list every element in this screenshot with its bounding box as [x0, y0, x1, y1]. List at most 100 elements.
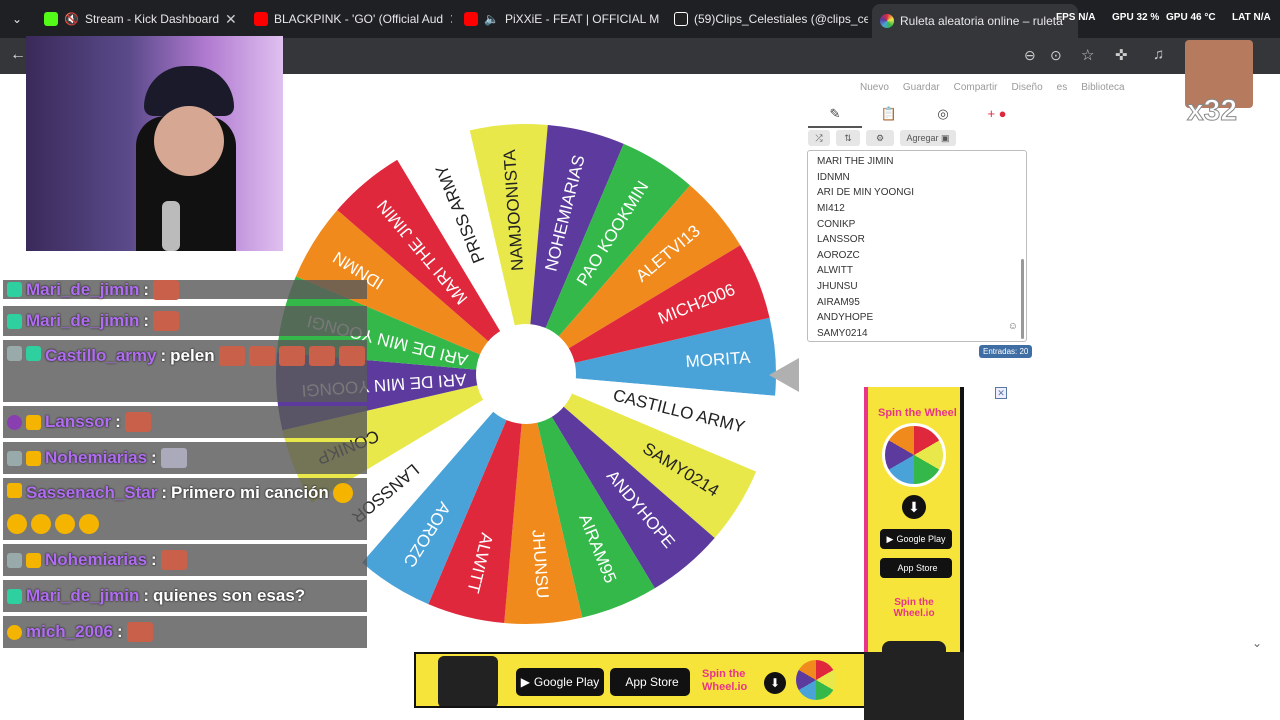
tab-1[interactable]: 🔇 Stream - Kick Dashboard ✕ — [36, 4, 242, 34]
crown-badge-icon — [7, 483, 22, 498]
emote — [153, 311, 180, 331]
add-color-icon[interactable]: + ● — [970, 106, 1024, 128]
wheel-pointer — [769, 358, 799, 392]
settings-button[interactable]: ⚙ — [866, 130, 894, 146]
entry-line: SAMY0214 — [817, 328, 868, 339]
download-icon[interactable]: ⬇ — [764, 672, 786, 694]
speaker-muted-icon: 🔇 — [64, 12, 79, 26]
add-button[interactable]: Agregar ▣ — [900, 130, 956, 146]
entry-line: LANSSOR — [817, 234, 865, 245]
chat-message: Mari_de_jimin: — [3, 279, 367, 300]
emoji-icon[interactable]: ☺ — [1008, 321, 1018, 332]
chat-message: Castillo_army: pelen — [3, 340, 367, 402]
ad-title: Spin the Wheel — [878, 407, 957, 419]
sub-badge-icon — [26, 346, 41, 361]
kick-icon — [44, 12, 58, 26]
google-play-button[interactable]: ▶ Google Play — [516, 668, 604, 696]
emote — [218, 346, 245, 366]
star-icon[interactable]: ☆ — [1081, 46, 1094, 64]
sort-button[interactable]: ⇅ — [836, 130, 860, 146]
zoom-icon[interactable]: ⊖ — [1024, 47, 1036, 64]
tab-4[interactable]: (59)Clips_Celestiales (@clips_ce ✕ — [666, 4, 868, 34]
eye-slash-icon[interactable]: ◎ — [916, 106, 970, 128]
chat-message: Lanssor: — [3, 406, 367, 438]
library-button[interactable]: Biblioteca — [1081, 82, 1124, 93]
pencil-icon[interactable]: ✎ — [808, 106, 862, 128]
share-button[interactable]: Compartir — [954, 82, 998, 93]
browser-tab-bar: ⌄ 🔇 Stream - Kick Dashboard ✕ BLACKPINK … — [0, 0, 1280, 38]
entries-count-badge: Entradas: 20 — [979, 345, 1033, 358]
entry-line: IDNMN — [817, 172, 850, 183]
heart-badge-icon — [7, 414, 22, 430]
close-tab-icon[interactable]: ✕ — [225, 11, 237, 28]
chat-message: Nohemiarias: — [3, 544, 367, 576]
ad-close-icon[interactable]: ✕ — [995, 387, 1007, 399]
save-button[interactable]: Guardar — [903, 82, 940, 93]
entry-line: AOROZC — [817, 250, 860, 261]
emote — [160, 448, 187, 468]
crown-badge-icon — [26, 552, 41, 568]
image-icon: ▣ — [941, 132, 950, 143]
sub-badge-icon — [7, 282, 22, 297]
editor-tabs: ✎ 📋 ◎ + ● — [808, 106, 1024, 128]
chevron-down-icon[interactable]: ⌄ — [1252, 636, 1262, 650]
chat-message: Nohemiarias: — [3, 442, 367, 474]
tab-search-dropdown[interactable]: ⌄ — [4, 4, 30, 34]
app-store-button[interactable]: App Store — [880, 558, 952, 578]
emote — [31, 513, 51, 534]
speaker-icon: 🔈 — [484, 12, 499, 26]
hud-fps: FPS N/A — [1056, 12, 1096, 23]
phone-image — [864, 652, 964, 720]
entry-line: AIRAM95 — [817, 297, 860, 308]
entry-line: ALWITT — [817, 265, 853, 276]
tab-5[interactable]: Ruleta aleatoria online – ruleta — [872, 4, 1078, 38]
phone-image — [438, 656, 498, 706]
bottom-ad[interactable]: ▶ Google Play App Store Spin the Wheel.io… — [414, 652, 866, 708]
emote — [7, 513, 27, 534]
more-circle-icon[interactable]: ⊙ — [1050, 47, 1062, 64]
close-tab-icon[interactable]: ✕ — [449, 11, 452, 28]
chat-message: mich_2006: — [3, 616, 367, 648]
entry-line: ARI DE MIN YOONGI — [817, 187, 915, 198]
extensions-icon[interactable]: ✜ — [1115, 46, 1128, 64]
crown-badge-icon — [26, 414, 41, 430]
emote — [55, 513, 75, 534]
shield-badge-icon — [7, 450, 22, 466]
microphone — [162, 201, 180, 251]
google-play-button[interactable]: ▶ Google Play — [880, 529, 952, 549]
chat-overlay: Mari_de_jimin: Mari_de_jimin: Castillo_a… — [3, 279, 367, 648]
emote — [278, 346, 305, 366]
download-icon[interactable]: ⬇ — [902, 495, 926, 519]
entry-line: ANDYHOPE — [817, 312, 874, 323]
new-button[interactable]: Nuevo — [860, 82, 889, 93]
shuffle-button[interactable]: ⤮ — [808, 130, 830, 146]
tab-title: Ruleta aleatoria online – ruleta — [900, 14, 1063, 28]
entries-scrollbar[interactable] — [1021, 259, 1024, 339]
wheel-center-hub[interactable] — [476, 324, 576, 424]
sub-badge-icon — [7, 313, 22, 329]
emote — [248, 346, 275, 366]
sub-badge-icon — [7, 588, 22, 604]
hud-lat: LAT N/A — [1232, 12, 1271, 23]
entries-textarea[interactable]: MARI THE JIMIN IDNMN ARI DE MIN YOONGI M… — [807, 150, 1027, 342]
chat-message: Sassenach_Star: Primero mi canción — [3, 478, 367, 540]
tab-2[interactable]: BLACKPINK - 'GO' (Official Aud ✕ — [246, 4, 452, 34]
hud-gpu: GPU 32 % — [1112, 12, 1160, 23]
clipboard-icon[interactable]: 📋 — [862, 106, 916, 128]
design-button[interactable]: Diseño — [1012, 82, 1043, 93]
language-button[interactable]: es — [1057, 82, 1068, 93]
back-icon[interactable]: ← — [10, 46, 26, 64]
app-store-button[interactable]: App Store — [610, 668, 690, 696]
entry-line: MARI THE JIMIN — [817, 156, 894, 167]
crown-badge-icon — [26, 450, 41, 466]
media-control-icon[interactable]: ♫ — [1153, 46, 1164, 63]
tab-title: (59)Clips_Celestiales (@clips_ce — [694, 12, 868, 26]
emote — [79, 513, 99, 534]
tab-3[interactable]: 🔈 PiXXiE - FEAT | OFFICIAL M ✕ — [456, 4, 662, 34]
tab-title: PiXXiE - FEAT | OFFICIAL M — [504, 12, 660, 26]
tab-title: Stream - Kick Dashboard — [84, 12, 220, 26]
site-toolbar: Nuevo Guardar Compartir Diseño es Biblio… — [860, 82, 1125, 93]
emote — [126, 622, 153, 642]
meme-overlay: x32 — [1183, 40, 1255, 130]
youtube-icon — [254, 12, 268, 26]
